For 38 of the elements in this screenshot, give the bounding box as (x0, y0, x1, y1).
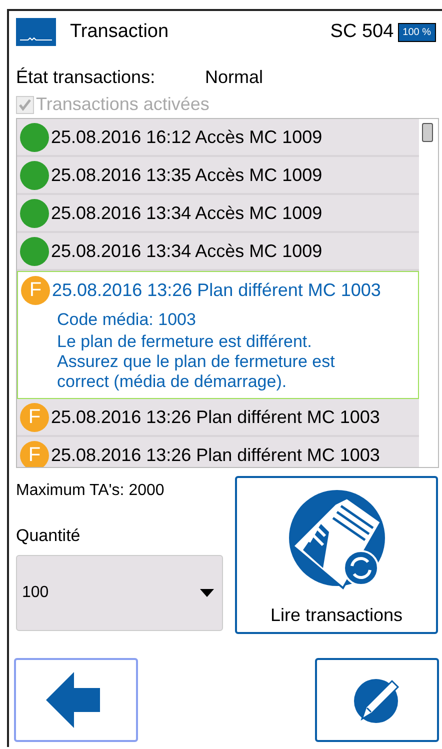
max-label: Maximum TA's: 2000 (16, 482, 166, 500)
transaction-row[interactable]: 25.08.2016 13:34 Accès MC 1009 (17, 195, 419, 233)
edit-button[interactable] (315, 658, 439, 742)
fault-badge: F (20, 402, 49, 432)
transaction-row[interactable]: 25.08.2016 13:35 Accès MC 1009 (17, 157, 419, 195)
status-dot-icon (20, 160, 49, 190)
scrollbar-thumb[interactable] (422, 123, 433, 142)
transaction-text: 25.08.2016 13:35 Accès MC 1009 (51, 164, 322, 186)
fault-badge: F (21, 276, 50, 304)
window-title: Transaction (70, 21, 169, 43)
device-name: SC 504 (330, 21, 394, 43)
transaction-row[interactable]: F 25.08.2016 13:26 Plan différent MC 1003 Code média: 1003 Le plan de fermeture est différent. Assurez que le plan de fermeture est correct (média de démarrage). (17, 271, 419, 399)
transaction-row[interactable]: F 25.08.2016 13:26 Plan différent MC 1003 (17, 399, 419, 437)
transaction-row[interactable]: 25.08.2016 16:12 Accès MC 1009 (17, 119, 419, 157)
transaction-text: 25.08.2016 13:26 Plan différent MC 1003 (51, 406, 380, 428)
status-value: Normal (205, 67, 264, 88)
transaction-text: 25.08.2016 13:26 Plan différent MC 1003 (51, 444, 380, 466)
logo-icon (16, 18, 56, 46)
transaction-detail: Le plan de fermeture est différent. Assurez que le plan de fermeture est correct (média de démarrage). (56, 332, 336, 392)
transaction-text: 25.08.2016 13:34 Accès MC 1009 (51, 202, 322, 224)
status-label: État transactions: (16, 67, 156, 88)
checkbox-label: Transactions activées (36, 94, 210, 115)
status-dot-icon (20, 122, 49, 152)
transaction-text: 25.08.2016 13:34 Accès MC 1009 (51, 240, 322, 262)
fault-badge: F (20, 440, 49, 467)
transaction-text: 25.08.2016 13:26 Plan différent MC 1003 (52, 280, 381, 300)
read-transactions-button[interactable]: Lire transactions (235, 476, 438, 634)
transaction-text: 25.08.2016 16:12 Accès MC 1009 (51, 126, 322, 148)
quantity-label: Quantité (16, 526, 82, 546)
transaction-row[interactable]: F 25.08.2016 13:26 Plan différent MC 1003 (17, 437, 419, 467)
transaction-detail: Code média: 1003 (56, 310, 197, 330)
back-button[interactable] (14, 658, 138, 742)
quantity-dropdown[interactable]: 100 (16, 555, 223, 631)
caret-icon (200, 589, 214, 597)
battery-indicator: 100 % (398, 24, 435, 40)
status-dot-icon (20, 198, 49, 228)
transaction-row[interactable]: 25.08.2016 13:34 Accès MC 1009 (17, 233, 419, 271)
status-dot-icon (20, 236, 49, 266)
